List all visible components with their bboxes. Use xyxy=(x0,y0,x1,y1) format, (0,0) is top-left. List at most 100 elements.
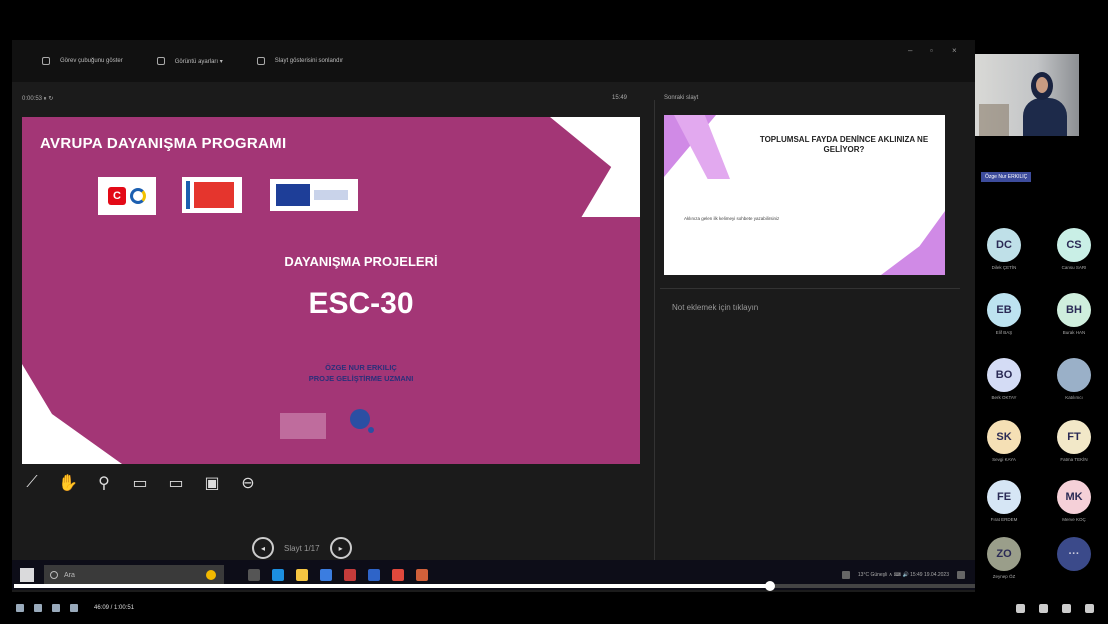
participant-avatar[interactable]: FE xyxy=(987,480,1021,514)
pip-icon[interactable] xyxy=(1062,603,1071,613)
powerpoint-icon[interactable] xyxy=(344,569,356,581)
taskbar-search[interactable]: Ara xyxy=(44,565,224,585)
eu-flag-icon xyxy=(276,184,310,206)
national-agency-logo xyxy=(182,177,242,213)
current-slide[interactable]: AVRUPA DAYANIŞMA PROGRAMI C DAYANIŞMA PR… xyxy=(22,117,640,464)
windows-start-icon[interactable] xyxy=(20,568,34,582)
participant-avatar[interactable]: ZO xyxy=(987,537,1021,571)
decorative-chevron xyxy=(550,117,640,217)
close-button[interactable]: × xyxy=(952,46,957,55)
participant-avatar[interactable]: SK xyxy=(987,420,1021,454)
author-block: ÖZGE NUR ERKILIÇ PROJE GELİŞTİRME UZMANI xyxy=(22,362,640,384)
captions-icon[interactable] xyxy=(1039,603,1048,613)
participant-name: Merve KOÇ xyxy=(1062,517,1086,522)
participant-name: Berk OKTAY xyxy=(991,395,1017,400)
pinned-apps xyxy=(248,569,428,581)
participant-avatar[interactable]: DC xyxy=(987,228,1021,262)
slide-title: AVRUPA DAYANIŞMA PROGRAMI xyxy=(40,135,287,152)
subtitles-icon[interactable]: ▣ xyxy=(202,473,222,493)
next-slide-preview[interactable]: TOPLUMSAL FAYDA DENİNCE AKLINIZA NE GELİ… xyxy=(664,115,945,275)
author-role: PROJE GELİŞTİRME UZMANI xyxy=(308,374,414,383)
participant-name: Cansu SARI xyxy=(1061,265,1087,270)
participants-panel: Özge Nur ERKILIÇ DC Dilek ÇETİN CS Cansu SA… xyxy=(975,40,1108,595)
turkey-flag-icon: C xyxy=(108,187,126,205)
weather-icon xyxy=(206,570,216,580)
pen-icon[interactable]: ⟋ xyxy=(22,473,42,493)
system-tray[interactable]: 13°C Güneşli ∧ ⌨ 🔊 15:49 19.04.2023 xyxy=(841,571,965,579)
participant-name: Burak HAN xyxy=(1062,330,1086,335)
participant-avatar[interactable]: BH xyxy=(1057,293,1091,327)
progress-knob[interactable] xyxy=(765,581,775,591)
weather-tray-icon xyxy=(841,571,850,579)
blackscreen-icon[interactable]: ▭ xyxy=(166,473,186,493)
slide-subtitle: DAYANIŞMA PROJELERİ xyxy=(284,254,438,269)
app-icon[interactable] xyxy=(320,569,332,581)
fullscreen-icon[interactable] xyxy=(1085,603,1094,613)
next-slide-heading: TOPLUMSAL FAYDA DENİNCE AKLINIZA NE GELİ… xyxy=(759,135,929,154)
slideshow-window: Görev çubuğunu göster Görüntü ayarları ▾… xyxy=(12,40,975,595)
speaker-notes[interactable]: Not eklemek için tıklayın xyxy=(672,303,758,312)
camera-toggle-icon[interactable]: ▭ xyxy=(130,473,150,493)
search-icon xyxy=(50,571,58,579)
turkey-agency-logo: C xyxy=(98,177,156,215)
clock: 15:49 xyxy=(612,95,628,101)
project-code: ESC-30 xyxy=(308,287,414,320)
slide-counter[interactable]: Slayt 1/17 xyxy=(284,544,320,553)
agency-ring-icon xyxy=(130,188,146,204)
volume-icon[interactable] xyxy=(70,604,78,612)
notifications-icon xyxy=(957,571,965,579)
app-icon[interactable] xyxy=(392,569,404,581)
minimize-button[interactable]: – xyxy=(908,46,912,55)
presenter-name-tag: Özge Nur ERKILIÇ xyxy=(981,172,1032,182)
participant-name: Elif BAŞ xyxy=(995,330,1013,335)
video-progress-bar[interactable] xyxy=(14,581,1094,591)
presenter-camera[interactable] xyxy=(975,54,1079,136)
participant-avatar[interactable]: MK xyxy=(1057,480,1091,514)
slide-tools: ⟋ ✋ ⚲ ▭ ▭ ▣ ⊖ xyxy=(22,473,258,493)
participant-name: Zeynep ÖZ xyxy=(992,574,1016,579)
progress-fill xyxy=(14,584,770,588)
participant-avatar[interactable]: EB xyxy=(987,293,1021,327)
participant-name: Sevgi KAYA xyxy=(992,457,1016,462)
settings-icon[interactable] xyxy=(1016,603,1025,613)
next-slide-button[interactable]: ▸ xyxy=(329,537,352,559)
play-icon[interactable] xyxy=(16,604,24,612)
presenter-toolbar: Görev çubuğunu göster Görüntü ayarları ▾… xyxy=(12,40,975,82)
playback-time: 46:09 / 1:00:51 xyxy=(94,605,135,611)
player-controls: 46:09 / 1:00:51 xyxy=(0,592,1108,624)
taskbar-icon xyxy=(42,57,50,65)
participant-name: Fatma TEKİN xyxy=(1060,457,1088,462)
edge-icon[interactable] xyxy=(272,569,284,581)
participant-name: Fırat ERDEM xyxy=(990,517,1018,522)
panel-divider xyxy=(654,100,655,560)
task-view-icon[interactable] xyxy=(248,569,260,581)
participant-avatar[interactable] xyxy=(1057,358,1091,392)
app-icon[interactable] xyxy=(368,569,380,581)
slide-navigation: ◂ Slayt 1/17 ▸ xyxy=(252,537,352,559)
next-slide-text: Aklınıza gelen ilk kelimeyi sohbete yaza… xyxy=(684,216,780,221)
show-taskbar-button[interactable]: Görev çubuğunu göster xyxy=(42,57,123,65)
timer[interactable]: 0:00:53 ⏸ ↻ xyxy=(22,95,53,103)
display-icon xyxy=(156,57,165,65)
participant-avatar[interactable]: FT xyxy=(1057,420,1091,454)
participant-name: Dilek ÇETİN xyxy=(991,265,1017,270)
participant-name: Katılımcı xyxy=(1065,395,1083,400)
laser-icon[interactable]: ✋ xyxy=(58,473,78,493)
display-settings-button[interactable]: Görüntü ayarları ▾ xyxy=(156,57,223,65)
skip-back-icon[interactable] xyxy=(34,604,42,612)
eu-solidarity-logo xyxy=(270,179,358,211)
end-slideshow-button[interactable]: Slayt gösterisini sonlandır xyxy=(256,57,343,65)
participant-avatar[interactable]: ··· xyxy=(1057,537,1091,571)
maximize-button[interactable]: ▫ xyxy=(930,46,933,55)
app-icon[interactable] xyxy=(416,569,428,581)
partner-logos xyxy=(280,407,390,443)
zoom-icon[interactable]: ⚲ xyxy=(94,473,114,493)
end-show-icon xyxy=(256,57,265,65)
previous-slide-button[interactable]: ◂ xyxy=(252,537,274,559)
more-icon[interactable]: ⊖ xyxy=(238,473,258,493)
author-name: ÖZGE NUR ERKILIÇ xyxy=(325,363,397,372)
participant-avatar[interactable]: CS xyxy=(1057,228,1091,262)
skip-forward-icon[interactable] xyxy=(52,604,60,612)
file-explorer-icon[interactable] xyxy=(296,569,308,581)
participant-avatar[interactable]: BO xyxy=(987,358,1021,392)
